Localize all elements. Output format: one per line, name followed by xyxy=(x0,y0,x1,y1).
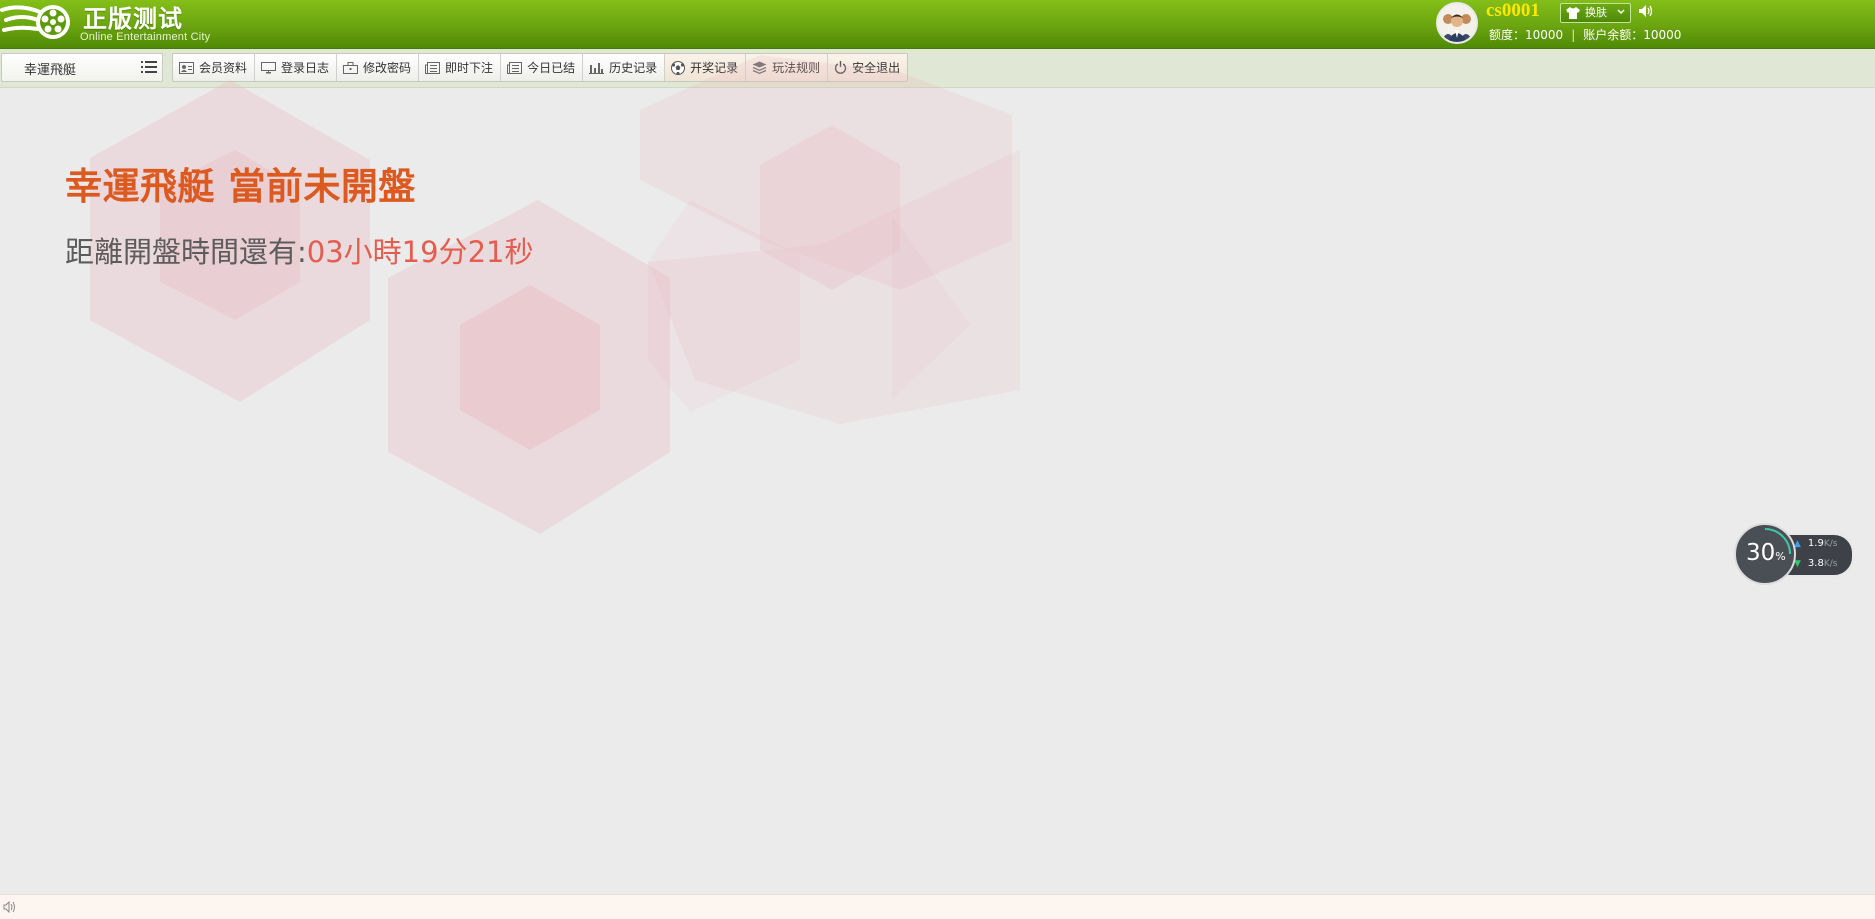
menu-item-label: 安全退出 xyxy=(852,61,901,75)
game-select-label: 幸運飛艇 xyxy=(24,63,77,78)
newspaper-icon xyxy=(425,61,441,74)
menu-item-label: 即时下注 xyxy=(445,61,494,75)
menu-item-label: 登录日志 xyxy=(281,61,330,75)
countdown-value: 03小時19分21秒 xyxy=(306,235,534,269)
footer-bar xyxy=(0,894,1875,919)
download-value: 3.8 xyxy=(1807,558,1824,569)
memory-usage-circle[interactable]: 30% xyxy=(1734,523,1796,585)
menu-item-label: 会员资料 xyxy=(199,61,248,75)
menu-item-label: 今日已结 xyxy=(527,61,576,75)
newspaper-icon xyxy=(507,61,523,74)
menu-item-label: 开奖记录 xyxy=(690,61,739,75)
menu-item-history[interactable]: 历史记录 xyxy=(583,54,666,81)
ball-icon xyxy=(671,60,686,75)
bar-chart-icon xyxy=(589,62,605,74)
menu-item-live-bets[interactable]: 即时下注 xyxy=(419,54,502,81)
download-speed: ▼ 3.8K/s xyxy=(1794,558,1837,569)
briefcase-icon xyxy=(343,61,359,74)
id-card-icon xyxy=(179,61,194,74)
monitor-icon xyxy=(261,61,277,73)
speaker-icon[interactable] xyxy=(1638,4,1654,23)
menu-item-label: 玩法规则 xyxy=(772,61,821,75)
menu-item-rules[interactable]: 玩法规则 xyxy=(746,54,829,81)
game-select[interactable]: 幸運飛艇 xyxy=(1,53,163,82)
countdown: 距離開盤時間還有:03小時19分21秒 xyxy=(65,229,534,271)
menu-item-logout[interactable]: 安全退出 xyxy=(828,54,908,81)
menu-item-label: 历史记录 xyxy=(609,61,658,75)
hexagon-background xyxy=(90,55,1020,534)
chevron-down-icon xyxy=(1617,4,1625,27)
page-title: 幸運飛艇 當前未開盤 xyxy=(65,165,416,208)
upload-speed: ▲ 1.9K/s xyxy=(1794,538,1837,549)
menu-item-change-password[interactable]: 修改密码 xyxy=(337,54,420,81)
speaker-icon[interactable] xyxy=(3,900,17,918)
skin-button[interactable]: 换肤 xyxy=(1560,3,1631,23)
network-speed-widget[interactable]: ▲ 1.9K/s ▼ 3.8K/s 30% xyxy=(1734,523,1854,585)
credit-info: 额度：10000 | 账户余额：10000 xyxy=(1489,26,1681,43)
balance-label: 账户余额： xyxy=(1583,28,1644,42)
menu-item-member-info[interactable]: 会员资料 xyxy=(173,54,256,81)
toolbar: 幸運飛艇 会员资料 登录日志 修改密码 即时下注 今日已结 历史记录 开奖记录 … xyxy=(0,49,1875,88)
divider: | xyxy=(1571,28,1576,42)
brand-title: 正版测试 xyxy=(83,5,183,33)
brand-subtitle: Online Entertainment City xyxy=(80,31,211,43)
brand-logo-icon xyxy=(0,0,80,46)
balance-value: 10000 xyxy=(1643,28,1682,42)
menu-item-label: 修改密码 xyxy=(363,61,412,75)
list-icon xyxy=(141,61,157,77)
username: cs0001 xyxy=(1486,0,1540,21)
menu-item-settled-today[interactable]: 今日已结 xyxy=(501,54,584,81)
usage-percent: 30% xyxy=(1746,540,1786,566)
menu-item-draw-results[interactable]: 开奖记录 xyxy=(665,54,747,81)
upload-value: 1.9 xyxy=(1807,538,1824,549)
skin-label: 换肤 xyxy=(1585,6,1607,19)
credit-value: 10000 xyxy=(1525,28,1564,42)
credit-label: 额度： xyxy=(1489,28,1526,42)
layers-icon xyxy=(752,61,767,74)
menu-item-login-log[interactable]: 登录日志 xyxy=(255,54,338,81)
tshirt-icon xyxy=(1565,7,1581,25)
power-icon xyxy=(834,61,847,74)
main-menu: 会员资料 登录日志 修改密码 即时下注 今日已结 历史记录 开奖记录 玩法规则 xyxy=(172,53,909,82)
countdown-label: 距離開盤時間還有: xyxy=(65,235,307,269)
upload-unit: K/s xyxy=(1823,539,1838,549)
download-unit: K/s xyxy=(1823,559,1838,569)
top-header: 正版测试 Online Entertainment City cs0001 换肤… xyxy=(0,0,1875,49)
avatar[interactable] xyxy=(1436,2,1478,44)
